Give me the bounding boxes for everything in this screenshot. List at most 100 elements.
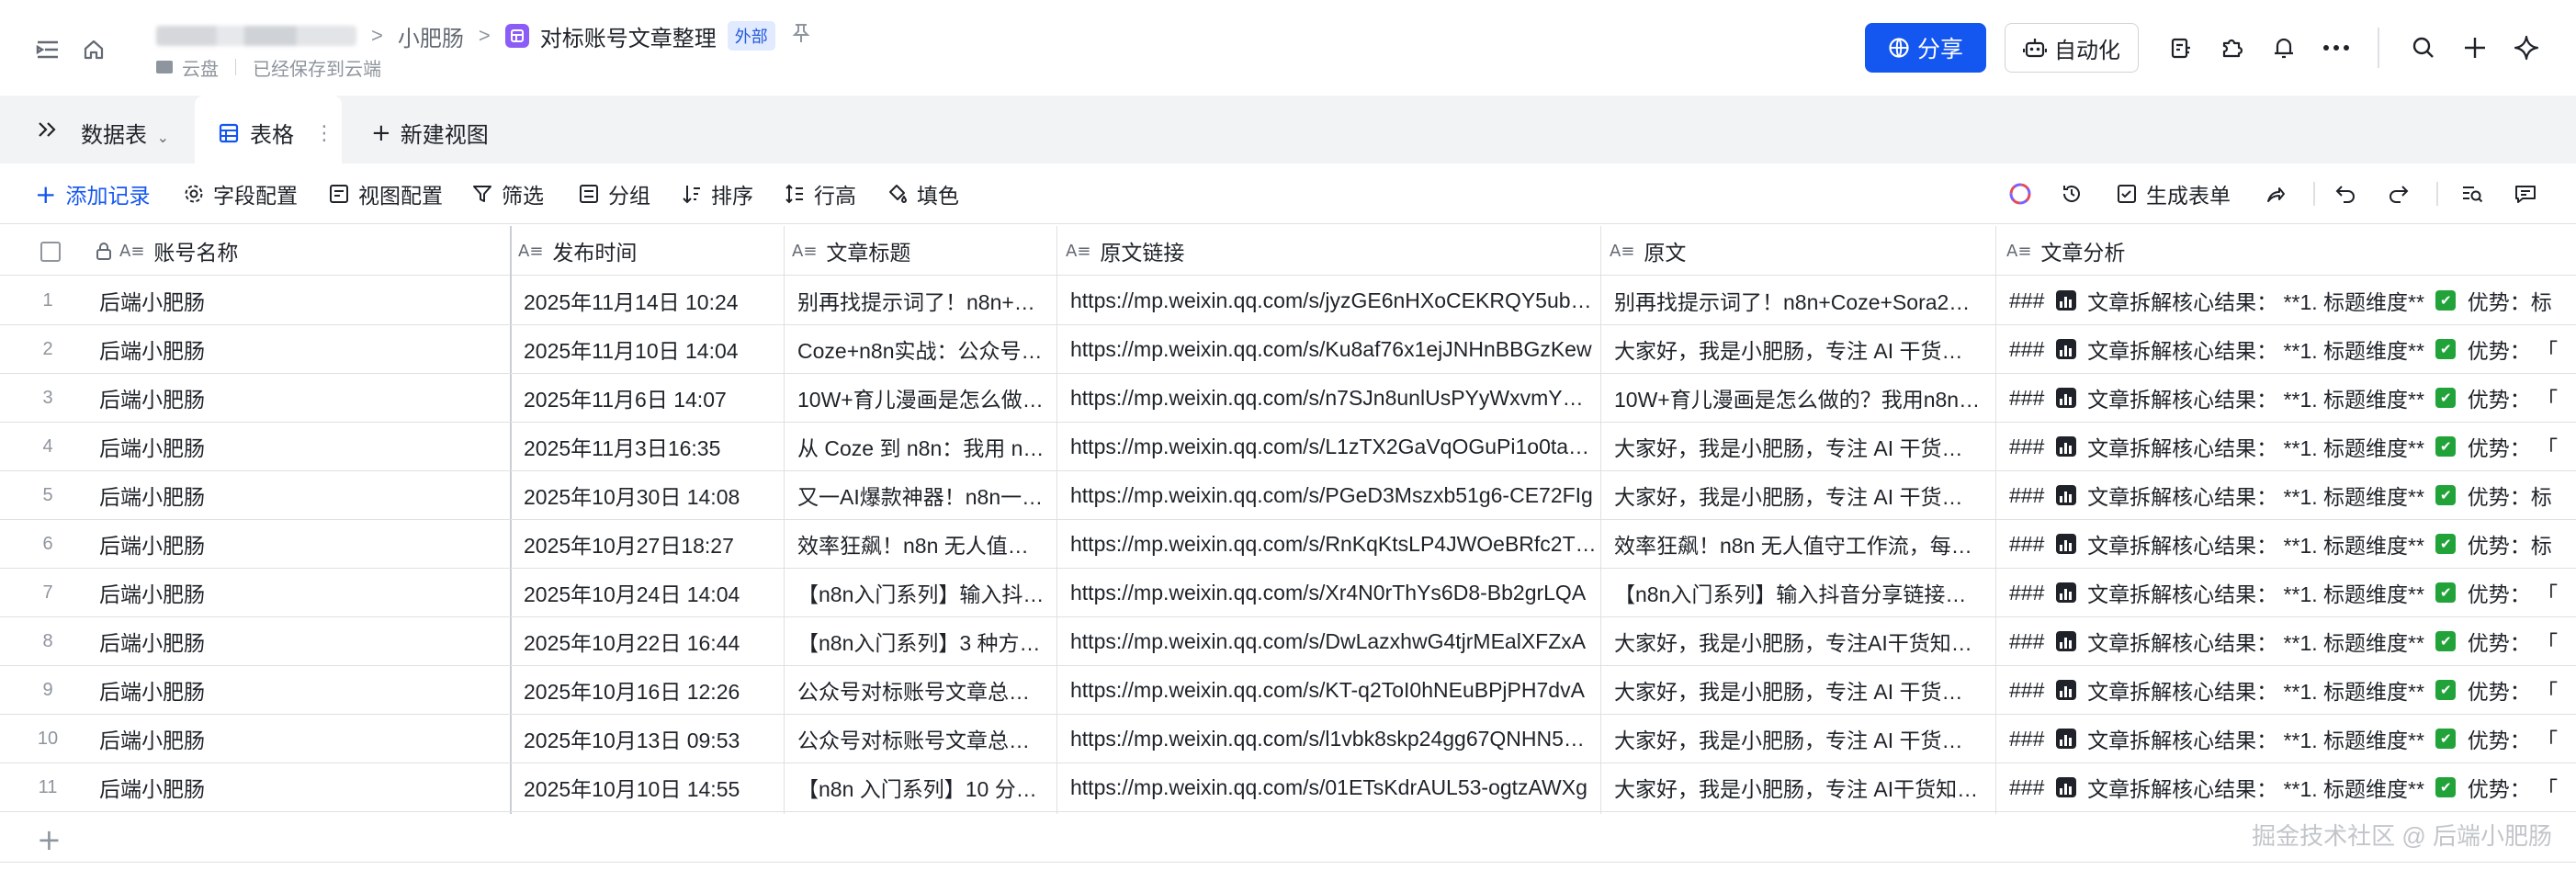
cell-analysis[interactable]: ### 文章拆解核心结果： **1. 标题维度** ✔ 优势： 「 bbox=[1996, 617, 2576, 665]
pin-icon[interactable] bbox=[792, 23, 810, 49]
cell-content[interactable]: 大家好，我是小肥肠，专注 AI 干货… bbox=[1601, 715, 1994, 763]
cell-account[interactable]: 后端小肥肠 bbox=[86, 666, 509, 714]
table-row[interactable]: 10 后端小肥肠 2025年10月13日 09:53 公众号对标账号文章总… https… bbox=[0, 715, 2576, 763]
cell-link[interactable]: https://mp.weixin.qq.com/s/01ETsKdrAUL53… bbox=[1057, 763, 1599, 811]
cell-content[interactable]: 效率狂飙！n8n 无人值守工作流，每… bbox=[1601, 520, 1994, 568]
more-vertical-icon[interactable]: ⋮ bbox=[314, 121, 334, 145]
undo-icon[interactable] bbox=[2332, 180, 2359, 208]
cell-content[interactable]: 【n8n入门系列】输入抖音分享链接… bbox=[1601, 569, 1994, 616]
search-records-icon[interactable] bbox=[2458, 180, 2486, 208]
column-header-title[interactable]: A≡ 文章标题 bbox=[792, 226, 1058, 276]
row-index[interactable]: 4 bbox=[0, 423, 96, 470]
chevron-double-right-icon[interactable] bbox=[33, 116, 61, 143]
comment-icon[interactable] bbox=[2512, 180, 2539, 208]
cell-analysis[interactable]: ### 文章拆解核心结果： **1. 标题维度** ✔ 优势：标 bbox=[1996, 277, 2576, 324]
cell-account[interactable]: 后端小肥肠 bbox=[86, 715, 509, 763]
table-row[interactable]: 3 后端小肥肠 2025年11月6日 14:07 10W+育儿漫画是怎么做… https… bbox=[0, 374, 2576, 423]
automation-button[interactable]: 自动化 bbox=[2005, 23, 2139, 73]
puzzle-icon[interactable] bbox=[2217, 33, 2246, 62]
cell-published[interactable]: 2025年10月30日 14:08 bbox=[511, 471, 783, 519]
cell-content[interactable]: 大家好，我是小肥肠，专注 AI 干货… bbox=[1601, 471, 1994, 519]
cell-account[interactable]: 后端小肥肠 bbox=[86, 520, 509, 568]
column-header-link[interactable]: A≡ 原文链接 bbox=[1066, 226, 1599, 276]
cell-link[interactable]: https://mp.weixin.qq.com/s/L1zTX2GaVqOGu… bbox=[1057, 423, 1599, 470]
cell-account[interactable]: 后端小肥肠 bbox=[86, 423, 509, 470]
sidebar-toggle-icon[interactable] bbox=[33, 35, 62, 64]
cell-link[interactable]: https://mp.weixin.qq.com/s/jyzGE6nHXoCEK… bbox=[1057, 277, 1599, 324]
cell-title[interactable]: 【n8n入门系列】输入抖… bbox=[785, 569, 1056, 616]
row-height-button[interactable]: 行高 bbox=[785, 180, 856, 208]
cell-title[interactable]: 【n8n 入门系列】10 分… bbox=[785, 763, 1056, 811]
cell-published[interactable]: 2025年11月10日 14:04 bbox=[511, 325, 783, 373]
cell-analysis[interactable]: ### 文章拆解核心结果： **1. 标题维度** ✔ 优势： 「 bbox=[1996, 569, 2576, 616]
home-icon[interactable] bbox=[79, 35, 108, 64]
cell-account[interactable]: 后端小肥肠 bbox=[86, 471, 509, 519]
generate-form-button[interactable]: 生成表单 bbox=[2117, 180, 2231, 208]
cell-analysis[interactable]: ### 文章拆解核心结果： **1. 标题维度** ✔ 优势： 「 bbox=[1996, 374, 2576, 422]
breadcrumb-parent[interactable]: 小肥肠 bbox=[398, 20, 464, 52]
cell-analysis[interactable]: ### 文章拆解核心结果： **1. 标题维度** ✔ 优势： 「 bbox=[1996, 423, 2576, 470]
cell-title[interactable]: 公众号对标账号文章总… bbox=[785, 666, 1056, 714]
cell-account[interactable]: 后端小肥肠 bbox=[86, 763, 509, 811]
share-button[interactable]: 分享 bbox=[1865, 23, 1986, 73]
tab-datatable[interactable]: 数据表 ⌄ bbox=[81, 117, 169, 149]
cell-analysis[interactable]: ### 文章拆解核心结果： **1. 标题维度** ✔ 优势： 「 bbox=[1996, 763, 2576, 811]
row-index[interactable]: 5 bbox=[0, 471, 96, 519]
cell-link[interactable]: https://mp.weixin.qq.com/s/DwLazxhwG4tjr… bbox=[1057, 617, 1599, 665]
cell-analysis[interactable]: ### 文章拆解核心结果： **1. 标题维度** ✔ 优势： 「 bbox=[1996, 325, 2576, 373]
cell-account[interactable]: 后端小肥肠 bbox=[86, 325, 509, 373]
cell-content[interactable]: 大家好，我是小肥肠，专注AI干货知… bbox=[1601, 617, 1994, 665]
group-button[interactable]: 分组 bbox=[579, 180, 650, 208]
cell-published[interactable]: 2025年11月3日16:35 bbox=[511, 423, 783, 470]
column-header-account[interactable]: A≡ 账号名称 bbox=[96, 226, 509, 276]
ai-assistant-icon[interactable] bbox=[2006, 180, 2034, 208]
cell-content[interactable]: 大家好，我是小肥肠，专注 AI 干货… bbox=[1601, 666, 1994, 714]
row-index[interactable]: 8 bbox=[0, 617, 96, 665]
cell-link[interactable]: https://mp.weixin.qq.com/s/PGeD3Mszxb51g… bbox=[1057, 471, 1599, 519]
cell-published[interactable]: 2025年10月24日 14:04 bbox=[511, 569, 783, 616]
cell-analysis[interactable]: ### 文章拆解核心结果： **1. 标题维度** ✔ 优势： 「 bbox=[1996, 715, 2576, 763]
table-row[interactable]: 7 后端小肥肠 2025年10月24日 14:04 【n8n入门系列】输入抖… http… bbox=[0, 569, 2576, 617]
row-index[interactable]: 3 bbox=[0, 374, 96, 422]
column-header-published[interactable]: A≡ 发布时间 bbox=[518, 226, 785, 276]
cell-account[interactable]: 后端小肥肠 bbox=[86, 617, 509, 665]
table-row[interactable]: 9 后端小肥肠 2025年10月16日 12:26 公众号对标账号文章总… https:… bbox=[0, 666, 2576, 715]
cell-content[interactable]: 大家好，我是小肥肠，专注 AI 干货… bbox=[1601, 325, 1994, 373]
cell-account[interactable]: 后端小肥肠 bbox=[86, 569, 509, 616]
cell-published[interactable]: 2025年10月27日18:27 bbox=[511, 520, 783, 568]
field-config-button[interactable]: 字段配置 bbox=[184, 180, 298, 208]
cell-title[interactable]: 公众号对标账号文章总… bbox=[785, 715, 1056, 763]
table-row[interactable]: 4 后端小肥肠 2025年11月3日16:35 从 Coze 到 n8n：我用 n… h… bbox=[0, 423, 2576, 471]
fill-color-button[interactable]: 填色 bbox=[887, 180, 959, 208]
table-row[interactable]: 6 后端小肥肠 2025年10月27日18:27 效率狂飙！n8n 无人值… https… bbox=[0, 520, 2576, 569]
cell-link[interactable]: https://mp.weixin.qq.com/s/Ku8af76x1ejJN… bbox=[1057, 325, 1599, 373]
cell-title[interactable]: 10W+育儿漫画是怎么做… bbox=[785, 374, 1056, 422]
row-index[interactable]: 9 bbox=[0, 666, 96, 714]
cell-published[interactable]: 2025年10月13日 09:53 bbox=[511, 715, 783, 763]
row-index[interactable]: 7 bbox=[0, 569, 96, 616]
cell-title[interactable]: 【n8n入门系列】3 种方… bbox=[785, 617, 1056, 665]
add-record-button[interactable]: + 添加记录 bbox=[35, 179, 150, 209]
table-row[interactable]: 5 后端小肥肠 2025年10月30日 14:08 又一AI爆款神器！n8n一… htt… bbox=[0, 471, 2576, 520]
cell-link[interactable]: https://mp.weixin.qq.com/s/RnKqKtsLP4JWO… bbox=[1057, 520, 1599, 568]
cell-analysis[interactable]: ### 文章拆解核心结果： **1. 标题维度** ✔ 优势：标 bbox=[1996, 471, 2576, 519]
cell-published[interactable]: 2025年11月6日 14:07 bbox=[511, 374, 783, 422]
doc-title[interactable]: 对标账号文章整理 bbox=[540, 20, 717, 52]
cell-account[interactable]: 后端小肥肠 bbox=[86, 277, 509, 324]
share-view-icon[interactable] bbox=[2262, 180, 2289, 208]
column-header-analysis[interactable]: A≡ 文章分析 bbox=[2006, 226, 2558, 276]
table-row[interactable]: 2 后端小肥肠 2025年11月10日 14:04 Coze+n8n实战：公众号… ht… bbox=[0, 325, 2576, 374]
cell-title[interactable]: 又一AI爆款神器！n8n一… bbox=[785, 471, 1056, 519]
new-view-button[interactable]: + 新建视图 bbox=[371, 117, 489, 149]
column-header-content[interactable]: A≡ 原文 bbox=[1610, 226, 1995, 276]
cell-content[interactable]: 大家好，我是小肥肠，专注 AI干货知… bbox=[1601, 763, 1994, 811]
row-index[interactable]: 10 bbox=[0, 715, 96, 763]
cell-link[interactable]: https://mp.weixin.qq.com/s/n7SJn8unlUsPY… bbox=[1057, 374, 1599, 422]
bell-icon[interactable] bbox=[2269, 33, 2299, 62]
row-index[interactable]: 1 bbox=[0, 277, 96, 324]
cell-analysis[interactable]: ### 文章拆解核心结果： **1. 标题维度** ✔ 优势： 「 bbox=[1996, 666, 2576, 714]
history-icon[interactable] bbox=[2058, 180, 2085, 208]
table-row[interactable]: 11 后端小肥肠 2025年10月10日 14:55 【n8n 入门系列】10 分… h… bbox=[0, 763, 2576, 812]
filter-button[interactable]: 筛选 bbox=[472, 180, 544, 208]
cell-account[interactable]: 后端小肥肠 bbox=[86, 374, 509, 422]
